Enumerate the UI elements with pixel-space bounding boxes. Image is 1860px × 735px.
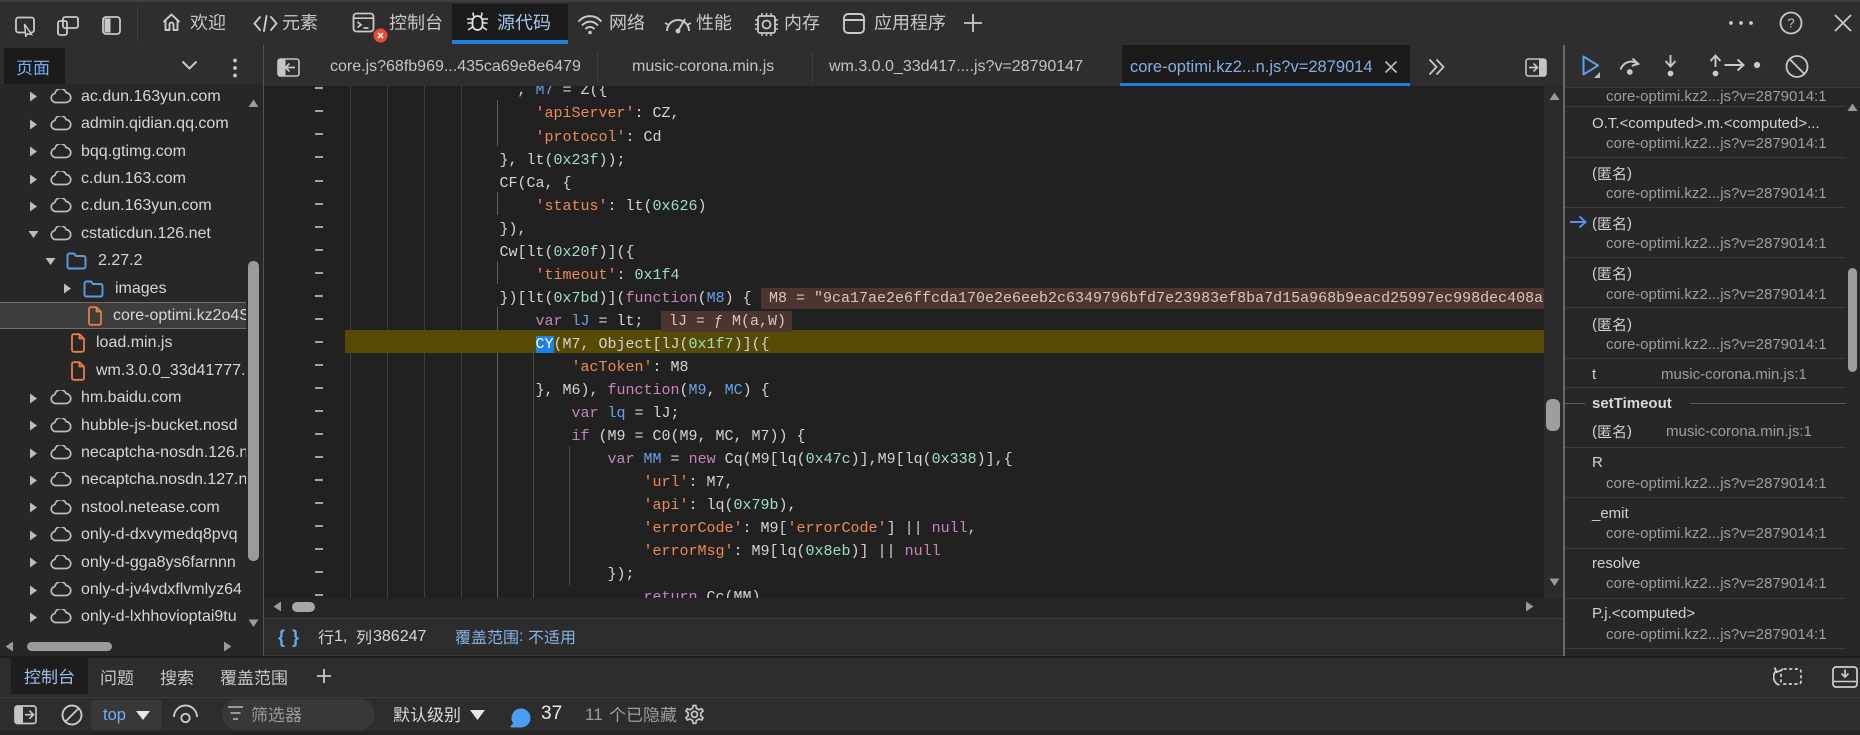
svg-text:?: ? bbox=[1787, 16, 1794, 31]
